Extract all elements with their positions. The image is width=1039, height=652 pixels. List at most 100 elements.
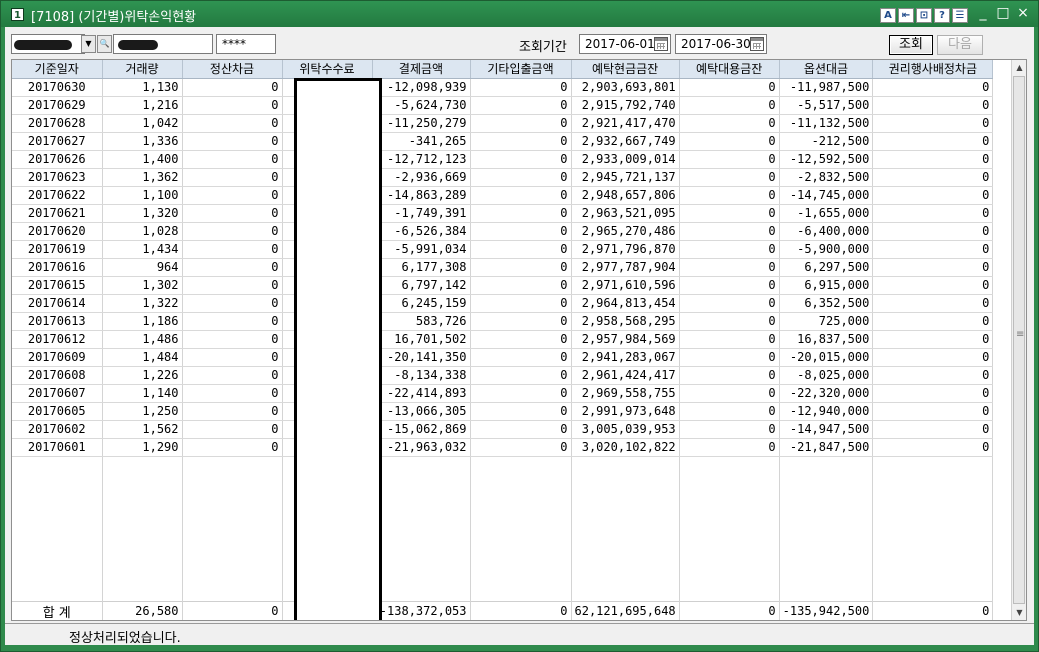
- table-cell: 3,020,102,822: [571, 438, 680, 457]
- table-cell: 6,245,159: [372, 294, 471, 313]
- table-cell: -5,991,034: [372, 240, 471, 259]
- empty-cell: [779, 456, 874, 601]
- status-message: 정상처리되었습니다.: [69, 631, 181, 646]
- font-icon[interactable]: A: [880, 8, 896, 23]
- link-icon[interactable]: ⇤: [898, 8, 914, 23]
- table-cell: 20170615: [12, 276, 103, 295]
- column-header[interactable]: 기준일자: [12, 60, 103, 79]
- total-cell: 62,121,695,648: [571, 600, 680, 620]
- table-row[interactable]: 20170608 1,226 0 -8,134,338 0 2,961,424,417 0-…: [12, 366, 994, 385]
- table-row[interactable]: 20170623 1,362 0 -2,936,669 0 2,945,721,137 0-…: [12, 168, 994, 187]
- table-cell: 6,177,308: [372, 258, 471, 277]
- table-row[interactable]: 20170626 1,400 0 -12,712,123 0 2,933,009,014 0…: [12, 150, 994, 169]
- table-row[interactable]: 20170627 1,336 0 -341,265 0 2,932,667,749 0 -21…: [12, 132, 994, 151]
- account-dropdown-button[interactable]: ▼: [81, 35, 96, 53]
- table-cell: 2,903,693,801: [571, 78, 680, 97]
- scroll-thumb[interactable]: ≡: [1013, 76, 1025, 604]
- table-cell: 0: [679, 258, 780, 277]
- table-row[interactable]: 20170615 1,302 0 6,797,142 0 2,971,610,596 0 6,…: [12, 276, 994, 295]
- scroll-down-arrow[interactable]: ▼: [1012, 605, 1026, 620]
- help-icon[interactable]: ?: [934, 8, 950, 23]
- table-cell: 0: [182, 366, 283, 385]
- table-cell: 0: [679, 168, 780, 187]
- table-cell: 20170613: [12, 312, 103, 331]
- table-cell: 0: [872, 240, 994, 259]
- copy-window-icon[interactable]: ⊡: [916, 8, 932, 23]
- table-cell: 20170612: [12, 330, 103, 349]
- table-cell: 1,562: [102, 420, 183, 439]
- calendar-icon[interactable]: [654, 37, 668, 51]
- table-row[interactable]: 20170619 1,434 0 -5,991,034 0 2,971,796,870 0-…: [12, 240, 994, 259]
- column-header[interactable]: 권리행사배정차금: [872, 60, 994, 79]
- table-row[interactable]: 20170602 1,562 0 -15,062,869 0 3,005,039,953 0…: [12, 420, 994, 439]
- table-cell: 2,948,657,806: [571, 186, 680, 205]
- period-label: 조회기간: [519, 40, 567, 55]
- table-row[interactable]: 20170607 1,140 0 -22,414,893 0 2,969,558,755 0…: [12, 384, 994, 403]
- column-header[interactable]: 기타입출금액: [470, 60, 572, 79]
- table-row[interactable]: 20170629 1,216 0 -5,624,730 0 2,915,792,740 0-…: [12, 96, 994, 115]
- table-cell: 0: [679, 312, 780, 331]
- table-row[interactable]: 20170609 1,484 0 -20,141,350 0 2,941,283,067 0…: [12, 348, 994, 367]
- table-cell: 0: [470, 168, 572, 187]
- table-cell: 1,250: [102, 402, 183, 421]
- column-header[interactable]: 정산차금: [182, 60, 283, 79]
- table-cell: 1,216: [102, 96, 183, 115]
- table-cell: 1,322: [102, 294, 183, 313]
- column-header[interactable]: 결제금액: [372, 60, 471, 79]
- table-cell: 20170627: [12, 132, 103, 151]
- empty-cell: [872, 456, 994, 601]
- table-row[interactable]: 20170614 1,322 0 6,245,159 0 2,964,813,454 0 6,…: [12, 294, 994, 313]
- search-icon[interactable]: 🔍: [97, 35, 112, 53]
- column-header[interactable]: 예탁대용금잔: [679, 60, 780, 79]
- total-cell: 0: [679, 600, 780, 620]
- menu-icon[interactable]: ☰: [952, 8, 968, 23]
- total-cell: 0: [872, 600, 994, 620]
- column-header[interactable]: 거래량: [102, 60, 183, 79]
- search-button[interactable]: 조회: [889, 35, 933, 55]
- table-cell: -11,132,500: [779, 114, 874, 133]
- table-row[interactable]: 20170616 964 0 6,177,308 0 2,977,787,904 0 6,29…: [12, 258, 994, 277]
- column-header[interactable]: 예탁현금금잔: [571, 60, 680, 79]
- table-cell: 2,958,568,295: [571, 312, 680, 331]
- table-cell: 0: [470, 114, 572, 133]
- calendar-icon[interactable]: [750, 37, 764, 51]
- table-cell: -21,847,500: [779, 438, 874, 457]
- table-cell: 0: [470, 222, 572, 241]
- password-field[interactable]: ****: [216, 34, 276, 54]
- column-header[interactable]: 위탁수수료: [282, 60, 373, 79]
- table-row[interactable]: 20170613 1,186 0 583,726 0 2,958,568,295 0 725,…: [12, 312, 994, 331]
- table-cell: 0: [470, 348, 572, 367]
- next-button[interactable]: 다음: [937, 35, 983, 55]
- column-header[interactable]: 옵션대금: [779, 60, 874, 79]
- vertical-scrollbar[interactable]: ▲ ≡ ▼: [1011, 60, 1026, 620]
- table-cell: 2,965,270,486: [571, 222, 680, 241]
- table-cell: 1,434: [102, 240, 183, 259]
- close-button[interactable]: ×: [1016, 5, 1030, 21]
- table-cell: 0: [470, 78, 572, 97]
- table-row[interactable]: 20170612 1,486 0 16,701,502 0 2,957,984,569 0 1…: [12, 330, 994, 349]
- table-cell: 0: [872, 78, 994, 97]
- table-cell: -2,832,500: [779, 168, 874, 187]
- table-cell: -15,062,869: [372, 420, 471, 439]
- minimize-button[interactable]: _: [976, 5, 990, 21]
- maximize-button[interactable]: □: [996, 5, 1010, 21]
- table-cell: 0: [679, 294, 780, 313]
- table-cell: 0: [470, 258, 572, 277]
- table-cell: 0: [679, 420, 780, 439]
- table-row[interactable]: 20170630 1,130 0 -12,098,939 0 2,903,693,801 0…: [12, 78, 994, 97]
- table-cell: -2,936,669: [372, 168, 471, 187]
- table-row[interactable]: 20170620 1,028 0 -6,526,384 0 2,965,270,486 0-…: [12, 222, 994, 241]
- total-cell: 26,580: [102, 600, 183, 620]
- table-cell: -12,712,123: [372, 150, 471, 169]
- scroll-up-arrow[interactable]: ▲: [1012, 60, 1026, 75]
- account-input[interactable]: [11, 34, 85, 54]
- table-cell: 2,977,787,904: [571, 258, 680, 277]
- table-row[interactable]: 20170605 1,250 0 -13,066,305 0 2,991,973,648 0…: [12, 402, 994, 421]
- table-row[interactable]: 20170622 1,100 0 -14,863,289 0 2,948,657,806 0…: [12, 186, 994, 205]
- table-cell: 20170609: [12, 348, 103, 367]
- table-cell: 20170630: [12, 78, 103, 97]
- table-row[interactable]: 20170628 1,042 0 -11,250,279 0 2,921,417,470 0…: [12, 114, 994, 133]
- table-row[interactable]: 20170621 1,320 0 -1,749,391 0 2,963,521,095 0-…: [12, 204, 994, 223]
- table-cell: 0: [182, 438, 283, 457]
- table-row[interactable]: 20170601 1,290 0 -21,963,032 0 3,020,102,822 0…: [12, 438, 994, 457]
